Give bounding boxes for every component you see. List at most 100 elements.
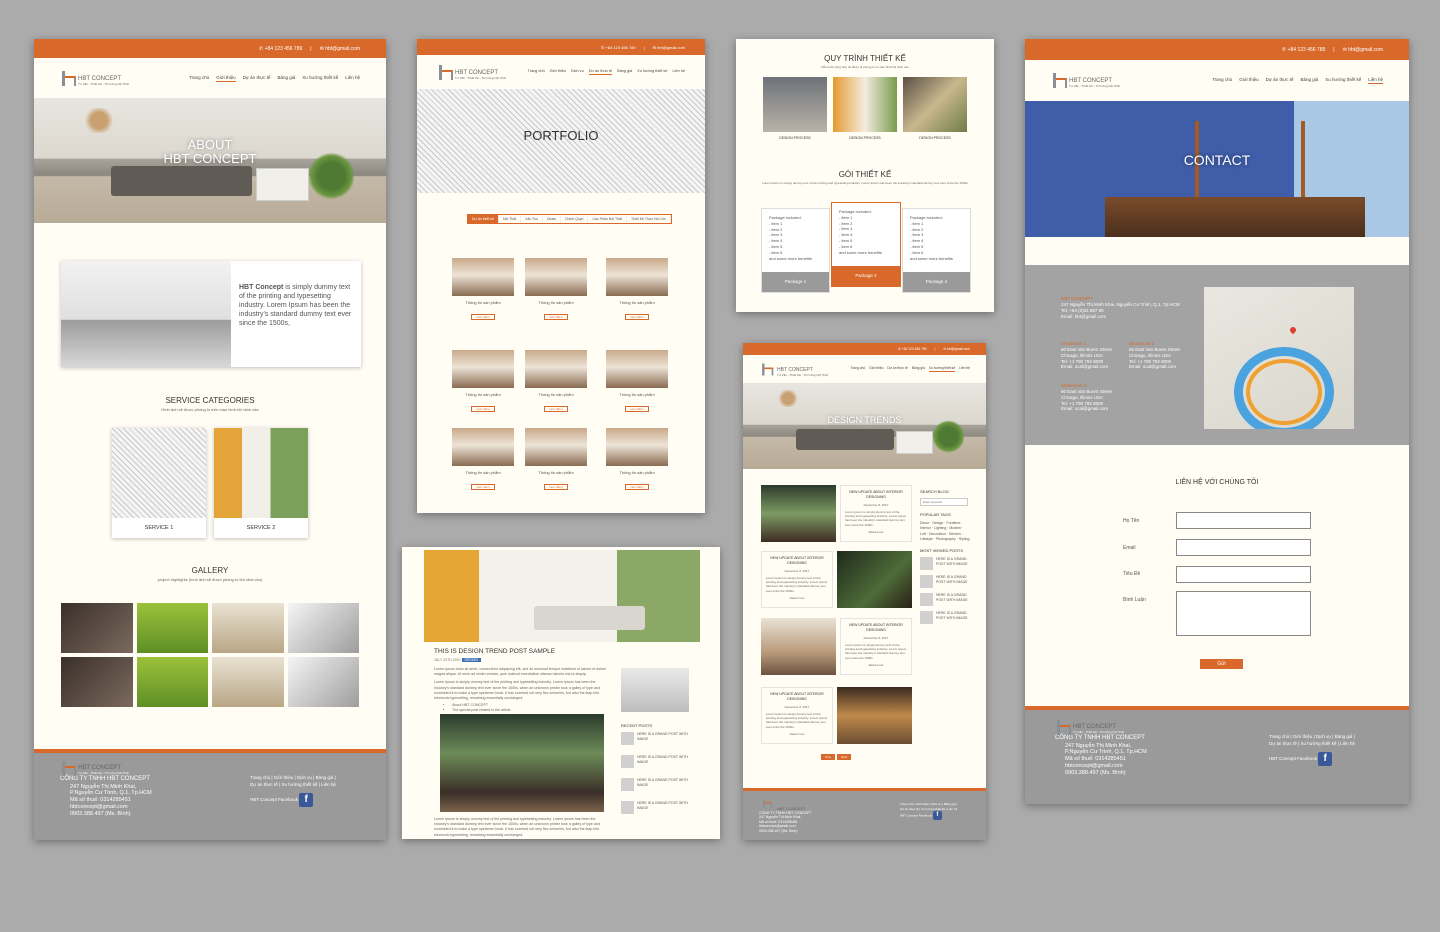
tag-cloud[interactable]: Decor · Design · Furniture · Interior · …	[920, 521, 970, 542]
logo[interactable]: HBT CONCEPT Tư Vấn - Thiết Kế - Thi Công …	[759, 362, 828, 377]
logo[interactable]: HBT CONCEPT Tư Vấn - Thiết Kế - Thi Công …	[1051, 73, 1120, 88]
tab-category[interactable]: Nội Thất	[499, 215, 522, 223]
nav-trends[interactable]: Xu hướng thiết kế	[637, 69, 667, 75]
gallery-item[interactable]	[61, 603, 133, 653]
nav-home[interactable]: Trang chủ	[528, 69, 545, 75]
comment-field[interactable]	[1176, 591, 1311, 636]
nav-about[interactable]: Giới thiệu	[869, 366, 883, 372]
email-text[interactable]: hbt@gmail.com	[320, 46, 360, 52]
location-map[interactable]	[1204, 287, 1354, 429]
nav-contact[interactable]: Liên hệ	[1368, 77, 1383, 84]
nav-contact[interactable]: Liên hệ	[673, 69, 685, 75]
gallery-item[interactable]	[287, 657, 359, 707]
facebook-icon[interactable]: f	[932, 811, 942, 820]
package-button[interactable]: Package 3	[903, 272, 970, 292]
gallery-item[interactable]	[61, 657, 133, 707]
package-card-3[interactable]: Package included: - item 1- item 2- item …	[902, 208, 971, 293]
logo[interactable]: HBT CONCEPT Tư Vấn - Thiết Kế - Thi Công …	[60, 70, 129, 86]
email-text[interactable]: hbt@gmail.com	[943, 347, 970, 351]
package-button[interactable]: Package 1	[762, 272, 829, 292]
phone-text[interactable]: +84 123 456 789	[1282, 47, 1326, 53]
nav-contact[interactable]: Liên hệ	[345, 75, 360, 82]
map-pin-icon[interactable]	[1288, 325, 1298, 335]
product-card[interactable]: Thông tin sản phẩm xem thêm	[452, 428, 514, 493]
logo[interactable]: HBT CONCEPT Tư Vấn - Thiết Kế - Thi Công …	[437, 64, 506, 80]
service-card-2[interactable]: SERVICE 2	[214, 428, 308, 538]
post-tag[interactable]: DESIGN	[461, 658, 481, 662]
gallery-item[interactable]	[136, 603, 208, 653]
nav-home[interactable]: Trang chủ	[1212, 77, 1232, 84]
subject-field[interactable]	[1176, 566, 1311, 583]
most-viewed-item[interactable]: HERE IS A GRAND POST WITH IMAGE	[920, 557, 970, 570]
tab-category[interactable]: Deaw	[543, 215, 561, 223]
facebook-icon[interactable]: f	[299, 792, 314, 807]
tab-category[interactable]: Chinh Quyn	[561, 215, 589, 223]
nav-contact[interactable]: Liên hệ	[959, 366, 970, 372]
recent-post-item[interactable]: HERE IS A GRAND POST WITH IMAGE	[621, 801, 691, 814]
gallery-item[interactable]	[287, 603, 359, 653]
nav-about[interactable]: Giới thiệu	[550, 69, 566, 75]
tab-category[interactable]: Các Phân Nội Thất	[588, 215, 627, 223]
email-text[interactable]: hbt@gmail.com	[653, 45, 685, 50]
process-step[interactable]: DESIGN PROCESS	[833, 77, 897, 140]
product-card[interactable]: Thông tin sản phẩm xem thêm	[525, 258, 587, 323]
nav-trends[interactable]: Xu hướng thiết kế	[1325, 77, 1361, 84]
product-card[interactable]: Thông tin sản phẩm xem thêm	[452, 258, 514, 323]
process-step[interactable]: DESIGN PROCESS	[903, 77, 967, 140]
product-card[interactable]: Thông tin sản phẩm xem thêm	[525, 350, 587, 415]
nav-about[interactable]: Giới thiệu	[1239, 77, 1258, 84]
nav-pricing[interactable]: Bảng giá	[617, 69, 632, 75]
search-input[interactable]	[920, 498, 968, 506]
most-viewed-item[interactable]: HERE IS A GRAND POST WITH IMAGE	[920, 593, 970, 606]
most-viewed-item[interactable]: HERE IS A GRAND POST WITH IMAGE	[920, 611, 970, 624]
recent-post-item[interactable]: HERE IS A GRAND POST WITH IMAGE	[621, 732, 691, 745]
nav-pricing[interactable]: Bảng giá	[1300, 77, 1318, 84]
nav-services[interactable]: Dịch vụ	[571, 69, 584, 75]
facebook-icon[interactable]: f	[1318, 751, 1333, 766]
nav-pricing[interactable]: Bảng giá	[912, 366, 925, 372]
name-field[interactable]	[1176, 512, 1311, 529]
gallery-item[interactable]	[212, 657, 284, 707]
prev-button[interactable]: Prev	[821, 754, 836, 760]
package-card-1[interactable]: Package included: - item 1- item 2- item …	[761, 208, 830, 293]
footer-logo[interactable]: HBT CONCEPT	[759, 796, 811, 811]
most-viewed-item[interactable]: HERE IS A GRAND POST WITH IMAGE	[920, 575, 970, 588]
nav-trends[interactable]: Xu hướng thiết kế	[928, 366, 956, 372]
phone-text[interactable]: +84 123 456 789	[259, 46, 303, 52]
nav-pricing[interactable]: Bảng giá	[277, 75, 295, 82]
product-card[interactable]: Thông tin sản phẩm xem thêm	[606, 258, 668, 323]
footer-logo[interactable]: HBT CONCEPT Tư Vấn - Thiết Kế - Thi Công …	[1055, 720, 1147, 735]
footer-logo[interactable]: HBT CONCEPT Tư Vấn - Thiết Kế - Thi Công …	[60, 761, 152, 776]
gallery-item[interactable]	[136, 657, 208, 707]
email-field[interactable]	[1176, 539, 1311, 556]
email-text[interactable]: hbt@gmail.com	[1343, 47, 1383, 53]
process-step[interactable]: DESIGN PROCESS	[763, 77, 827, 140]
recent-post-item[interactable]: HERE IS A GRAND POST WITH IMAGE	[621, 755, 691, 768]
product-card[interactable]: Thông tin sản phẩm xem thêm	[525, 428, 587, 493]
tab-category[interactable]: Dự án thiết kế	[468, 215, 499, 223]
blog-post-row[interactable]: NEW UPDATE ABOUT INTERIOR DESIGNING Decem…	[761, 485, 912, 542]
package-button[interactable]: Package 2	[832, 266, 900, 286]
nav-about[interactable]: Giới thiệu	[216, 75, 236, 82]
tab-category[interactable]: Thiết Kế Thực Hà Côn	[627, 215, 671, 223]
recent-post-item[interactable]: HERE IS A GRAND POST WITH IMAGE	[621, 778, 691, 791]
phone-text[interactable]: +84 123 456 789	[601, 45, 635, 50]
blog-post-row[interactable]: NEW UPDATE ABOUT INTERIOR DESIGNING Decem…	[761, 618, 912, 675]
tab-category[interactable]: Văn Tuc	[521, 215, 544, 223]
phone-text[interactable]: +84 123 456 789	[898, 347, 927, 351]
nav-trends[interactable]: Xu hướng thiết kế	[302, 75, 338, 82]
next-button[interactable]: Next	[837, 754, 852, 760]
nav-projects[interactable]: Dự án thực tế	[1266, 77, 1294, 84]
product-card[interactable]: Thông tin sản phẩm xem thêm	[606, 350, 668, 415]
nav-projects[interactable]: Dự án thực tế	[243, 75, 271, 82]
product-card[interactable]: Thông tin sản phẩm xem thêm	[606, 428, 668, 493]
nav-projects[interactable]: Dự án thực tế	[887, 366, 907, 372]
nav-projects[interactable]: Dự án thực tế	[588, 69, 613, 75]
package-card-2[interactable]: Package included: - item 1- item 2- item …	[831, 202, 901, 287]
blog-post-row[interactable]: NEW UPDATE ABOUT INTERIOR DESIGNING Decem…	[761, 687, 912, 744]
nav-home[interactable]: Trang chủ	[189, 75, 209, 82]
blog-post-row[interactable]: NEW UPDATE ABOUT INTERIOR DESIGNING Decem…	[761, 551, 912, 608]
nav-home[interactable]: Trang chủ	[850, 366, 865, 372]
service-card-1[interactable]: SERVICE 1	[112, 428, 206, 538]
product-card[interactable]: Thông tin sản phẩm xem thêm	[452, 350, 514, 415]
